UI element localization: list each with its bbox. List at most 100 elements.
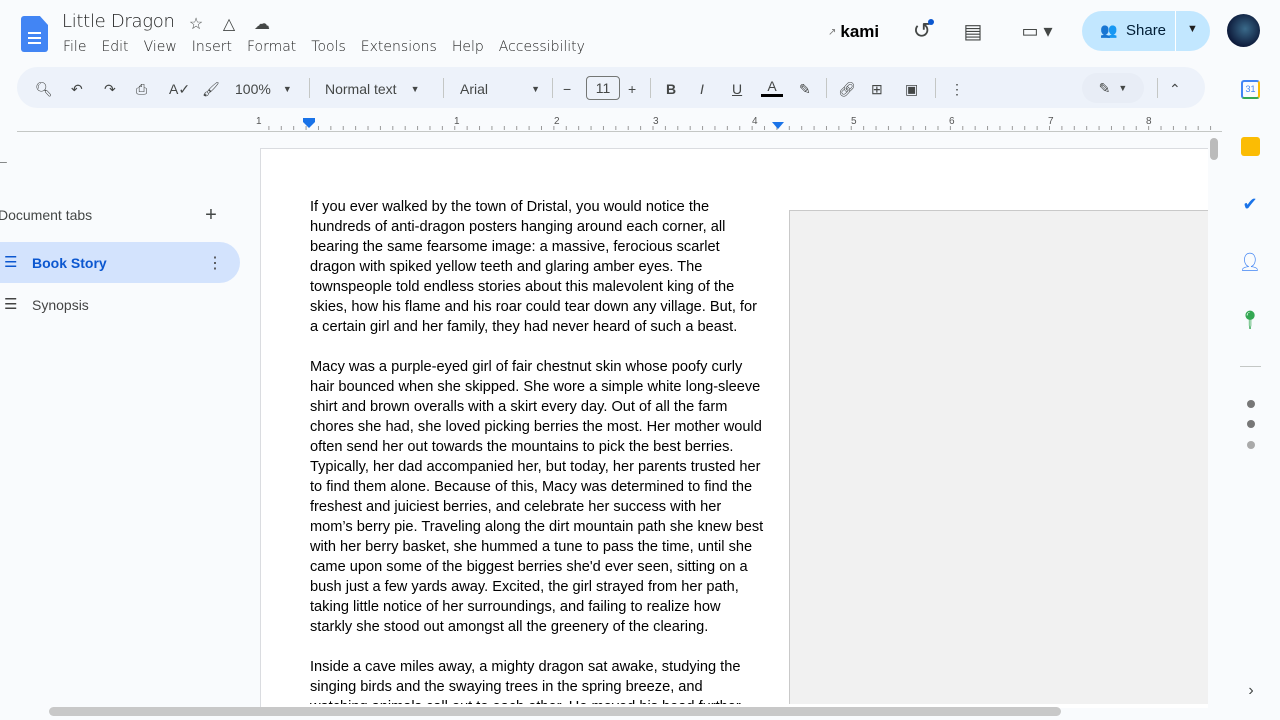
- redo-icon[interactable]: ↷: [104, 78, 116, 100]
- add-comment-icon[interactable]: ⊞: [871, 78, 883, 100]
- menu-format[interactable]: Format: [247, 39, 296, 55]
- text-line: freshest and juiciest berries, and celeb…: [310, 499, 722, 515]
- tab-label: Synopsis: [32, 297, 89, 313]
- undo-icon[interactable]: ↶: [71, 78, 83, 100]
- style-select[interactable]: Normal text ▼: [325, 78, 420, 100]
- search-menus-icon[interactable]: 🔍︎: [35, 78, 53, 100]
- font-size-value: 11: [595, 80, 611, 96]
- keep-icon[interactable]: [1241, 137, 1260, 156]
- zoom-value: 100%: [235, 81, 271, 97]
- ruler-label: 3: [653, 116, 659, 127]
- meet-icon[interactable]: ▭ ▾: [1015, 19, 1059, 43]
- font-select[interactable]: Arial ▼: [460, 78, 540, 100]
- add-tab-icon[interactable]: +: [202, 204, 220, 226]
- text-color-icon[interactable]: A: [761, 76, 783, 98]
- ruler-label: 4: [752, 116, 758, 127]
- paragraph: If you ever walked by the town of Drista…: [310, 197, 790, 337]
- ruler-label: 5: [851, 116, 857, 127]
- back-arrow-icon[interactable]: ←: [0, 152, 10, 170]
- text-line: Inside a cave miles away, a mighty drago…: [310, 659, 741, 675]
- sidebar-tab-book-story[interactable]: ☰ Book Story ⋮: [0, 242, 240, 283]
- text-line: mom’s berry pie. Traveling along the dir…: [310, 519, 764, 535]
- embedded-object[interactable]: [789, 210, 1208, 704]
- addon-dot-icon[interactable]: [1247, 441, 1255, 449]
- maps-icon[interactable]: 📍︎: [1239, 310, 1262, 330]
- text-line: a certain girl and her family, they had …: [310, 319, 738, 335]
- more-options-icon[interactable]: ⋮: [950, 78, 964, 100]
- version-history-icon[interactable]: ↺: [910, 18, 934, 43]
- text-line: dragon with spiked yellow teeth and glar…: [310, 259, 703, 275]
- document-tabs-heading: Document tabs: [0, 207, 93, 223]
- print-icon[interactable]: ⎙: [136, 78, 147, 100]
- paint-format-icon[interactable]: 🖌︎: [202, 78, 220, 100]
- menu-accessibility[interactable]: Accessibility: [499, 39, 585, 55]
- ruler-label: 1: [256, 116, 262, 127]
- move-to-drive-icon[interactable]: △: [219, 14, 239, 34]
- ruler-label: 8: [1146, 116, 1152, 127]
- font-size-input[interactable]: 11: [586, 76, 620, 100]
- text-line: bearing the same fearsome image: a massi…: [310, 239, 720, 255]
- tab-options-icon[interactable]: ⋮: [207, 253, 223, 273]
- ruler-label: 1: [454, 116, 460, 127]
- text-line: Macy was a purple-eyed girl of fair ches…: [310, 359, 743, 375]
- spellcheck-icon[interactable]: A✓: [169, 78, 190, 100]
- ruler[interactable]: 1 1 2 3 4 5 6 7 8: [17, 114, 1222, 132]
- addon-dot-icon[interactable]: [1247, 400, 1255, 408]
- underline-icon[interactable]: U: [732, 78, 742, 100]
- addon-dot-icon[interactable]: [1247, 420, 1255, 428]
- tasks-icon[interactable]: ✔: [1240, 194, 1260, 214]
- menu-insert[interactable]: Insert: [192, 39, 232, 55]
- menu-view[interactable]: View: [144, 39, 177, 55]
- star-icon[interactable]: ☆: [186, 14, 206, 34]
- sidebar-tab-synopsis[interactable]: ☰ Synopsis: [0, 284, 240, 324]
- text-line: bush just a few yards away. Excited, the…: [310, 579, 739, 595]
- text-line: shirt and brown overalls with a skirt ev…: [310, 399, 728, 415]
- horizontal-scrollbar[interactable]: [49, 707, 1061, 716]
- text-line: often send her out towards the mountains…: [310, 439, 734, 455]
- docs-logo[interactable]: [21, 16, 48, 52]
- style-value: Normal text: [325, 81, 397, 97]
- expand-panel-icon[interactable]: ›: [1241, 681, 1261, 701]
- share-button[interactable]: 👥 Share ▼: [1082, 11, 1210, 51]
- editing-mode-button[interactable]: ✎ ▼: [1082, 73, 1144, 103]
- text-line: taking little notice of her surroundings…: [310, 599, 721, 615]
- document-title[interactable]: Little Dragon: [62, 11, 175, 32]
- avatar[interactable]: [1227, 14, 1260, 47]
- link-icon[interactable]: 🔗︎: [838, 78, 856, 100]
- hide-menus-icon[interactable]: ⌃: [1169, 78, 1181, 100]
- text-line: skies, how his flame and his roar could …: [310, 299, 757, 315]
- share-label: Share: [1126, 22, 1167, 39]
- text-line: townspeople told endless stories about t…: [310, 279, 735, 295]
- text-line: chores she had, she loved picking berrie…: [310, 419, 762, 435]
- contacts-icon[interactable]: 👤︎: [1239, 252, 1262, 272]
- text-line: came upon some of the biggest berries sh…: [310, 559, 748, 575]
- paragraph: Macy was a purple-eyed girl of fair ches…: [310, 357, 790, 637]
- highlight-icon[interactable]: ✎: [799, 78, 811, 100]
- comments-icon[interactable]: ▤: [961, 19, 985, 43]
- menu-edit[interactable]: Edit: [101, 39, 128, 55]
- document-body[interactable]: If you ever walked by the town of Drista…: [310, 197, 790, 704]
- kami-button[interactable]: ↗ kami: [828, 22, 879, 42]
- vertical-scrollbar[interactable]: [1210, 138, 1218, 160]
- zoom-select[interactable]: 100% ▼: [235, 78, 292, 100]
- kami-label: kami: [840, 22, 880, 41]
- text-line: with her berry basket, she hummed a tune…: [310, 539, 753, 555]
- document-icon: ☰: [4, 254, 18, 271]
- text-line: Typically, her dad accompanied her, but …: [310, 459, 761, 475]
- share-dropdown-icon[interactable]: ▼: [1187, 23, 1198, 35]
- ruler-label: 2: [554, 116, 560, 127]
- decrease-font-size-icon[interactable]: −: [563, 78, 571, 100]
- insert-image-icon[interactable]: ▣: [905, 78, 918, 100]
- menu-extensions[interactable]: Extensions: [361, 39, 437, 55]
- font-value: Arial: [460, 81, 489, 97]
- menu-tools[interactable]: Tools: [311, 39, 346, 55]
- calendar-icon[interactable]: 31: [1241, 80, 1260, 99]
- cloud-saved-icon[interactable]: ☁: [252, 14, 272, 34]
- menu-file[interactable]: File: [63, 39, 86, 55]
- bold-icon[interactable]: B: [666, 78, 676, 100]
- menu-help[interactable]: Help: [452, 39, 484, 55]
- text-line: hair bounced when she skipped. She wore …: [310, 379, 761, 395]
- increase-font-size-icon[interactable]: +: [628, 78, 636, 100]
- text-line: starkly she stood out amongst all the gr…: [310, 619, 709, 635]
- italic-icon[interactable]: I: [700, 78, 704, 100]
